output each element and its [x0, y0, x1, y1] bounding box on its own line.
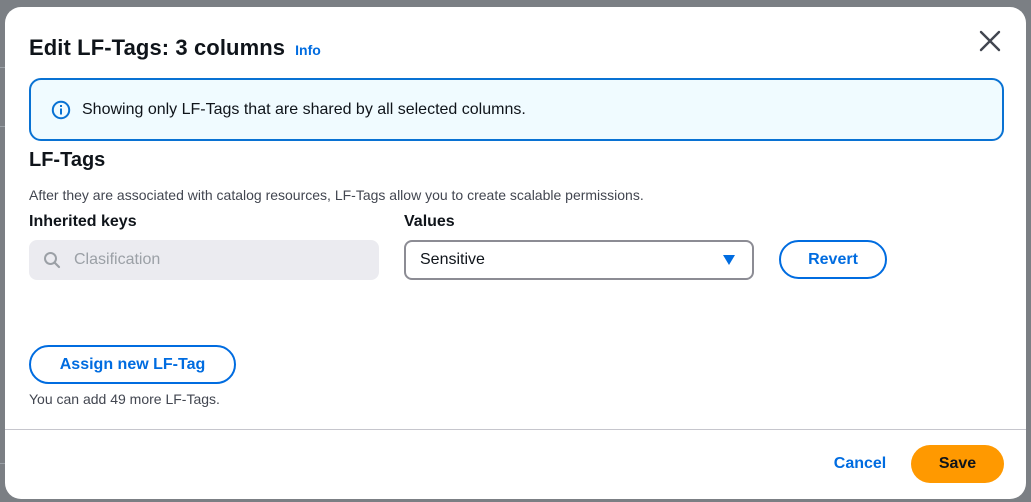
lf-tags-remaining-text: You can add 49 more LF-Tags. [29, 391, 220, 407]
assign-new-lf-tag-button[interactable]: Assign new LF-Tag [29, 345, 236, 384]
footer-divider [5, 429, 1026, 430]
alert-text: Showing only LF-Tags that are shared by … [82, 100, 526, 118]
close-button[interactable] [978, 29, 1002, 53]
revert-button[interactable]: Revert [779, 240, 887, 279]
close-icon [979, 30, 1001, 52]
inherited-key-placeholder: Clasification [74, 251, 161, 268]
info-alert: Showing only LF-Tags that are shared by … [29, 78, 1004, 141]
inherited-key-input: Clasification [29, 240, 379, 280]
lf-tags-heading: LF-Tags [29, 149, 106, 171]
modal-header: Edit LF-Tags: 3 columns Info [29, 35, 321, 61]
caret-down-icon [723, 255, 735, 265]
save-button[interactable]: Save [911, 445, 1004, 483]
cancel-button[interactable]: Cancel [805, 445, 915, 483]
info-link[interactable]: Info [295, 42, 321, 58]
values-selected: Sensitive [420, 251, 485, 268]
lf-tags-description: After they are associated with catalog r… [29, 187, 644, 203]
values-label: Values [404, 213, 455, 230]
values-select[interactable]: Sensitive [404, 240, 754, 280]
info-circle-icon [51, 100, 71, 120]
inherited-keys-label: Inherited keys [29, 213, 137, 230]
edit-lf-tags-modal: Edit LF-Tags: 3 columns Info Showing onl… [5, 7, 1026, 499]
search-icon [43, 251, 61, 269]
modal-title: Edit LF-Tags: 3 columns [29, 35, 286, 60]
